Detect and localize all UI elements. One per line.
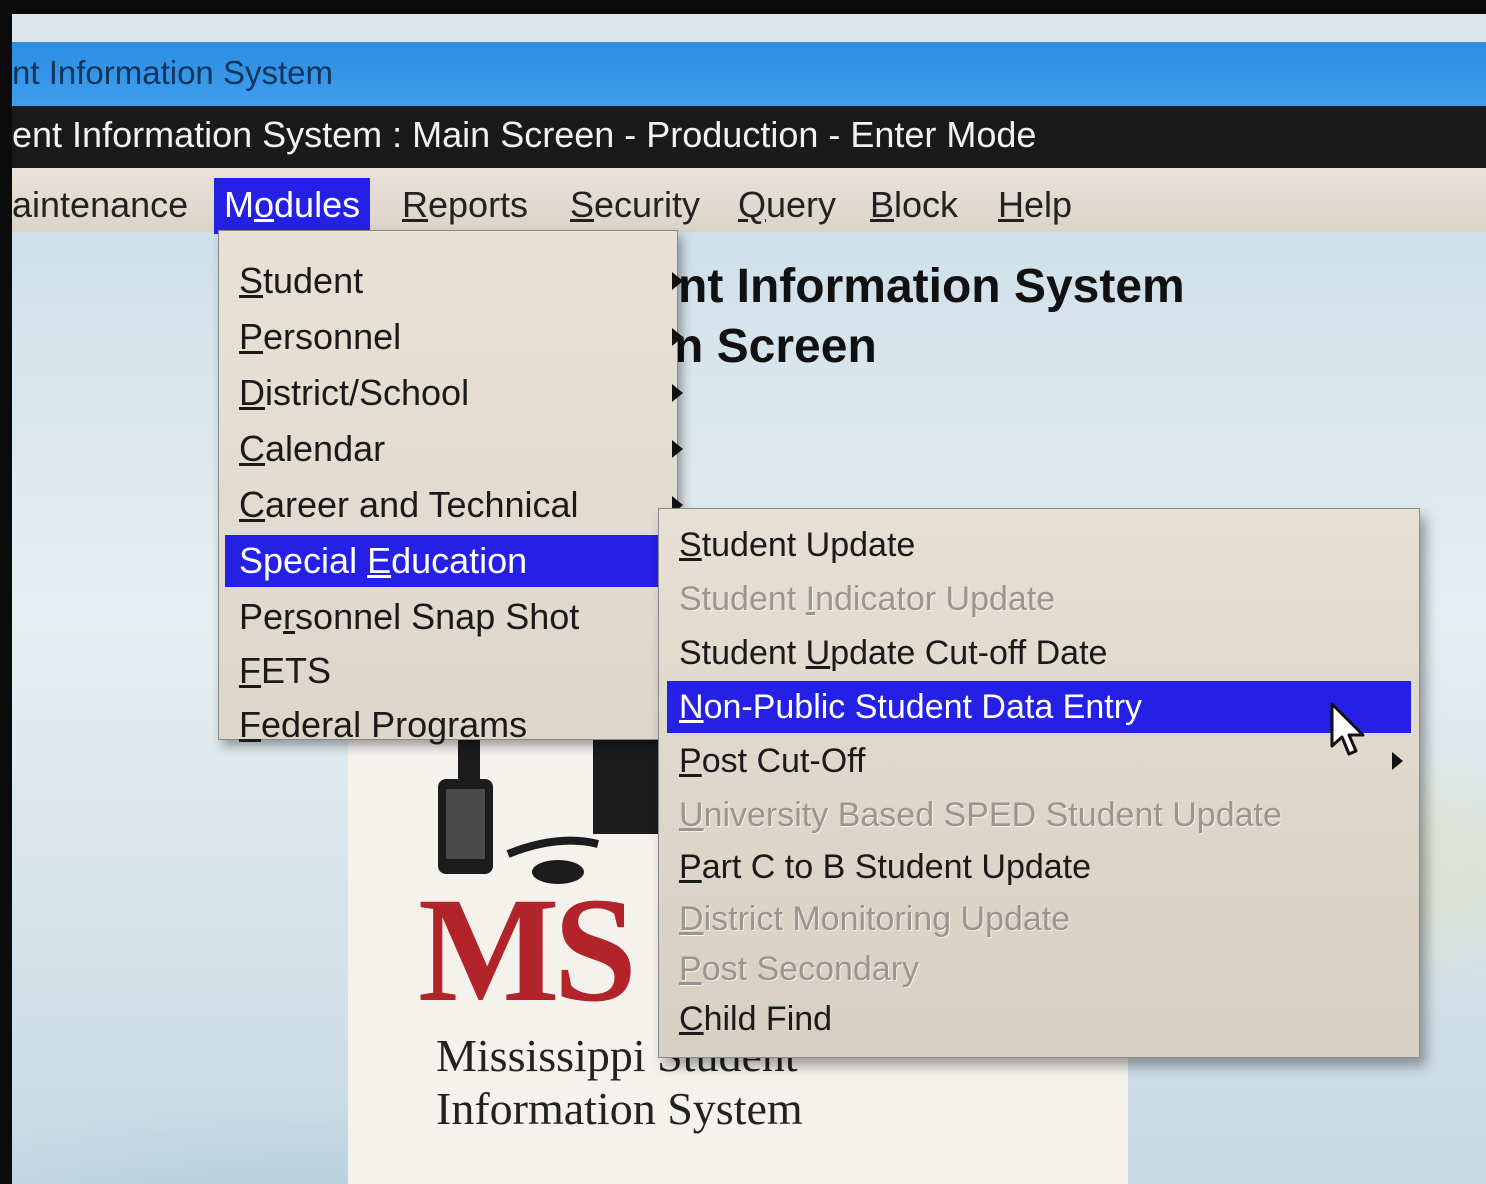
submenu-arrow-icon bbox=[672, 384, 683, 402]
mouse-cursor-icon bbox=[1330, 702, 1365, 756]
sped-item-child-find[interactable]: Child Find bbox=[667, 993, 1411, 1045]
modules-item-personnel-snap-shot[interactable]: Personnel Snap Shot bbox=[225, 591, 683, 643]
titlebar-text: nt Information System bbox=[12, 54, 333, 91]
main-screen-subtitle: n Screen bbox=[674, 320, 877, 373]
menu-block[interactable]: Block bbox=[860, 178, 968, 234]
menu-reports[interactable]: Reports bbox=[392, 178, 538, 234]
modules-item-fets[interactable]: FETS bbox=[225, 645, 683, 697]
sped-item-part-c-to-b-update[interactable]: Part C to B Student Update bbox=[667, 841, 1411, 893]
window-title-bar: ent Information System : Main Screen - P… bbox=[12, 106, 1486, 168]
menu-help[interactable]: Help bbox=[988, 178, 1082, 234]
msis-logo-mark: MS bbox=[418, 867, 637, 1033]
modules-dropdown: Student Personnel District/School Calend… bbox=[218, 230, 683, 745]
sped-item-student-indicator-update: Student Indicator Update bbox=[679, 580, 1056, 618]
submenu-arrow-icon bbox=[672, 328, 683, 346]
sped-item-student-update[interactable]: Student Update bbox=[667, 519, 1411, 571]
modules-item-personnel[interactable]: Personnel bbox=[225, 311, 683, 363]
sped-item-non-public-student-data-entry[interactable]: Non-Public Student Data Entry bbox=[667, 681, 1411, 733]
special-education-submenu: Student Update Student Indicator Update … bbox=[658, 508, 1420, 1058]
submenu-arrow-icon bbox=[672, 272, 683, 290]
modules-item-district-school[interactable]: District/School bbox=[225, 367, 683, 419]
browser-titlebar: nt Information System bbox=[12, 42, 1486, 108]
menu-query[interactable]: Query bbox=[728, 178, 846, 234]
menu-modules[interactable]: Modules bbox=[214, 178, 371, 234]
menu-maintenance[interactable]: aintenance bbox=[12, 178, 198, 234]
sped-item-district-monitoring-update: District Monitoring Update bbox=[679, 900, 1071, 938]
modules-item-calendar[interactable]: Calendar bbox=[225, 423, 683, 475]
modules-item-federal-programs[interactable]: Federal Programs bbox=[225, 699, 683, 751]
sped-item-university-based-sped-update: University Based SPED Student Update bbox=[679, 796, 1282, 834]
menu-security[interactable]: Security bbox=[560, 178, 710, 234]
modules-item-special-education[interactable]: Special Education bbox=[225, 535, 683, 587]
submenu-arrow-icon bbox=[672, 440, 683, 458]
screen: nt Information System ent Information Sy… bbox=[12, 14, 1486, 1184]
menu-bar: aintenance Modules Reports Security Quer… bbox=[12, 168, 1486, 234]
sped-item-student-update-cutoff-date[interactable]: Student Update Cut-off Date bbox=[667, 627, 1411, 679]
modules-item-career-technical[interactable]: Career and Technical bbox=[225, 479, 683, 531]
logo-text-line2: Information System bbox=[436, 1083, 803, 1134]
window-title-text: ent Information System : Main Screen - P… bbox=[12, 114, 1037, 155]
sped-item-post-cut-off[interactable]: Post Cut-Off bbox=[667, 735, 1411, 787]
submenu-arrow-icon bbox=[1392, 752, 1403, 770]
sped-item-post-secondary: Post Secondary bbox=[679, 950, 920, 988]
modules-item-student[interactable]: Student bbox=[225, 255, 683, 307]
main-screen-title: nt Information System bbox=[678, 260, 1185, 313]
